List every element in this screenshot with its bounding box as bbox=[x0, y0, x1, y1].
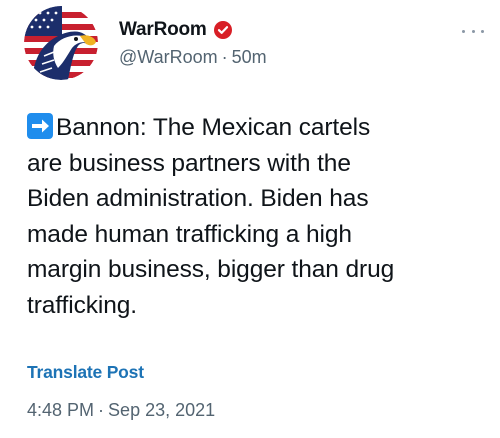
author-handle[interactable]: @WarRoom bbox=[119, 47, 218, 68]
author-handle-row: @WarRoom · 50m bbox=[119, 47, 267, 68]
relative-time[interactable]: 50m bbox=[232, 47, 267, 68]
author-display-name[interactable]: WarRoom bbox=[119, 19, 207, 41]
author-name-row[interactable]: WarRoom bbox=[119, 17, 233, 43]
avatar[interactable] bbox=[24, 6, 98, 80]
separator-dot: · bbox=[221, 47, 228, 67]
more-options-dot bbox=[471, 29, 475, 33]
translate-post-link[interactable]: Translate Post bbox=[27, 362, 144, 383]
more-options-dot bbox=[481, 29, 484, 33]
more-options-button[interactable] bbox=[462, 24, 484, 38]
right-arrow-emoji-icon bbox=[27, 113, 53, 139]
post-text: Bannon: The Mexican cartels are business… bbox=[27, 114, 395, 319]
separator-dot: · bbox=[98, 400, 105, 420]
more-options-icon bbox=[462, 29, 465, 33]
post-time[interactable]: 4:48 PM bbox=[27, 400, 94, 421]
post-date[interactable]: Sep 23, 2021 bbox=[108, 400, 215, 421]
post-card: WarRoom @WarRoom · 50m Bannon: The Mexic… bbox=[0, 0, 500, 438]
eagle-flag-avatar-icon bbox=[24, 6, 98, 80]
post-timestamp: 4:48 PM · Sep 23, 2021 bbox=[27, 400, 215, 421]
verified-badge-icon bbox=[213, 21, 232, 39]
post-text-container: Bannon: The Mexican cartels are business… bbox=[27, 110, 477, 323]
